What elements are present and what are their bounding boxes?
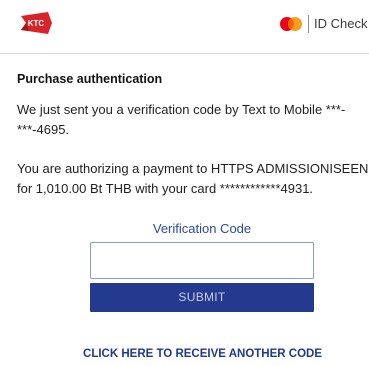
- id-check-divider: [308, 15, 309, 33]
- mastercard-icon: [280, 17, 302, 31]
- payment-message-line-2: for 1,010.00 Bt THB with your card *****…: [17, 181, 314, 196]
- verification-code-input[interactable]: [90, 242, 314, 279]
- payment-message: You are authorizing a payment to HTTPS A…: [17, 159, 369, 199]
- code-sent-message-line-1: We just sent you a verification code by …: [17, 102, 346, 117]
- page-title: Purchase authentication: [17, 72, 163, 86]
- purchase-authentication-page: KTC ID Check Purchase authentication We …: [0, 0, 369, 366]
- id-check-label: ID Check: [314, 16, 368, 31]
- payment-message-line-1: You are authorizing a payment to HTTPS A…: [17, 161, 369, 176]
- code-sent-message: We just sent you a verification code by …: [17, 100, 345, 140]
- submit-button[interactable]: SUBMIT: [90, 283, 314, 312]
- code-sent-message-line-2: ***-4695.: [17, 122, 70, 137]
- resend-code-link[interactable]: CLICK HERE TO RECEIVE ANOTHER CODE: [0, 347, 369, 361]
- verification-code-label: Verification Code: [152, 221, 252, 236]
- header: KTC ID Check: [0, 0, 369, 54]
- ktc-logo-text: KTC: [28, 19, 45, 28]
- ktc-logo: KTC: [21, 12, 52, 34]
